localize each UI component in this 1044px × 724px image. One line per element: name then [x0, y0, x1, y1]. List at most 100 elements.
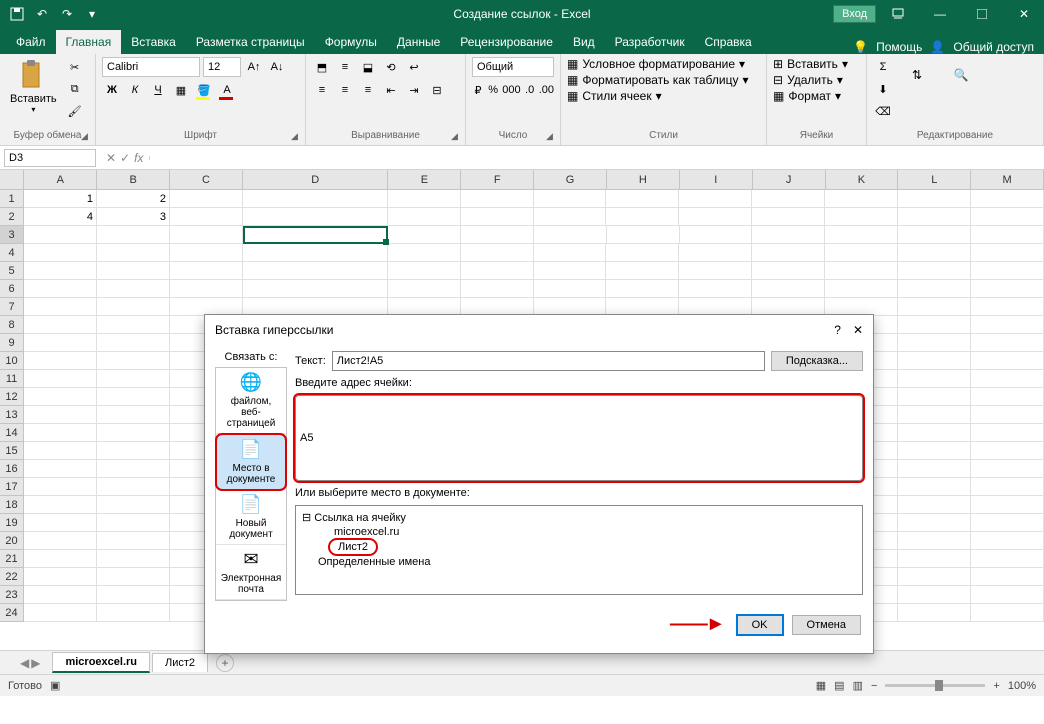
merge-icon[interactable]: ⊟ [427, 80, 447, 100]
cell[interactable] [534, 262, 607, 280]
row-header[interactable]: 20 [0, 532, 24, 550]
tell-me-label[interactable]: Помощь [876, 40, 922, 54]
font-name-combo[interactable]: Calibri [102, 57, 200, 77]
cell[interactable] [971, 334, 1044, 352]
decrease-indent-icon[interactable]: ⇤ [381, 80, 401, 100]
cell[interactable] [971, 262, 1044, 280]
cell[interactable] [97, 334, 170, 352]
col-header[interactable]: A [24, 170, 97, 189]
row-header[interactable]: 9 [0, 334, 24, 352]
cell[interactable] [97, 496, 170, 514]
col-header[interactable]: H [607, 170, 680, 189]
cell[interactable] [534, 208, 607, 226]
cell[interactable] [898, 352, 971, 370]
cell[interactable] [170, 244, 243, 262]
link-opt-newdoc[interactable]: 📄 Новый документ [216, 490, 286, 545]
sheet-nav-prev-icon[interactable]: ◀ [20, 656, 29, 670]
cut-icon[interactable]: ✂ [65, 57, 85, 77]
cell[interactable]: 2 [97, 190, 170, 208]
decrease-font-icon[interactable]: A↓ [267, 57, 287, 77]
cell[interactable] [170, 262, 243, 280]
cell[interactable] [606, 190, 679, 208]
fx-icon[interactable]: fx [134, 151, 143, 165]
col-header[interactable]: B [97, 170, 170, 189]
cell[interactable] [971, 586, 1044, 604]
format-cells-button[interactable]: ▦Формат ▾ [773, 89, 860, 103]
alignment-launcher-icon[interactable]: ◢ [451, 131, 463, 143]
cell[interactable] [971, 442, 1044, 460]
display-text-input[interactable] [332, 351, 765, 371]
row-header[interactable]: 1 [0, 190, 24, 208]
cell[interactable] [898, 298, 971, 316]
tab-help[interactable]: Справка [695, 30, 762, 54]
view-pagebreak-icon[interactable]: ▥ [853, 679, 863, 692]
tab-home[interactable]: Главная [56, 30, 122, 54]
row-header[interactable]: 15 [0, 442, 24, 460]
row-header[interactable]: 19 [0, 514, 24, 532]
cell[interactable] [971, 532, 1044, 550]
find-select-button[interactable]: 🔍 [941, 57, 981, 93]
cell[interactable] [97, 352, 170, 370]
cell[interactable] [24, 532, 97, 550]
maximize-icon[interactable] [962, 0, 1002, 28]
cell[interactable] [24, 442, 97, 460]
row-header[interactable]: 6 [0, 280, 24, 298]
delete-cells-button[interactable]: ⊟Удалить ▾ [773, 73, 860, 87]
row-header[interactable]: 2 [0, 208, 24, 226]
cell[interactable] [24, 460, 97, 478]
cell[interactable] [243, 208, 388, 226]
cell[interactable] [898, 190, 971, 208]
link-opt-email[interactable]: ✉ Электронная почта [216, 545, 286, 600]
cell[interactable] [534, 280, 607, 298]
cell[interactable] [24, 568, 97, 586]
cell[interactable] [170, 190, 243, 208]
fill-color-icon[interactable]: 🪣 [194, 80, 214, 100]
cell[interactable] [971, 460, 1044, 478]
cell[interactable] [971, 244, 1044, 262]
cell[interactable] [898, 370, 971, 388]
col-header[interactable]: D [243, 170, 389, 189]
cell[interactable]: 4 [24, 208, 97, 226]
cell[interactable] [898, 262, 971, 280]
align-middle-icon[interactable]: ≡ [335, 57, 355, 77]
cell[interactable] [24, 388, 97, 406]
insert-cells-button[interactable]: ⊞Вставить ▾ [773, 57, 860, 71]
cell[interactable] [24, 298, 97, 316]
cell[interactable] [898, 460, 971, 478]
cell[interactable] [971, 514, 1044, 532]
cell[interactable] [898, 514, 971, 532]
cell[interactable] [898, 406, 971, 424]
dialog-help-icon[interactable]: ? [834, 323, 841, 337]
increase-font-icon[interactable]: A↑ [244, 57, 264, 77]
row-header[interactable]: 16 [0, 460, 24, 478]
view-normal-icon[interactable]: ▦ [816, 679, 826, 692]
cell[interactable] [898, 316, 971, 334]
col-header[interactable]: G [534, 170, 607, 189]
sort-filter-button[interactable]: ⇅ [897, 57, 937, 93]
col-header[interactable]: K [826, 170, 899, 189]
cell[interactable] [24, 316, 97, 334]
cell[interactable] [388, 262, 461, 280]
cell[interactable] [898, 334, 971, 352]
ok-button[interactable]: OK [736, 614, 784, 636]
cell[interactable] [606, 208, 679, 226]
cell[interactable] [971, 190, 1044, 208]
row-header[interactable]: 3 [0, 226, 24, 244]
link-opt-place[interactable]: 📄 Место в документе [216, 434, 286, 490]
name-box[interactable] [4, 149, 96, 167]
cell[interactable] [607, 226, 680, 244]
cell[interactable] [898, 496, 971, 514]
cell[interactable] [971, 568, 1044, 586]
cell[interactable] [97, 460, 170, 478]
sheet-nav-next-icon[interactable]: ▶ [31, 656, 40, 670]
cell[interactable] [898, 568, 971, 586]
share-label[interactable]: Общий доступ [953, 40, 1034, 54]
cell[interactable] [825, 262, 898, 280]
row-header[interactable]: 14 [0, 424, 24, 442]
tab-data[interactable]: Данные [387, 30, 450, 54]
cell[interactable] [170, 226, 243, 244]
cell[interactable] [971, 226, 1044, 244]
cell[interactable] [971, 208, 1044, 226]
undo-icon[interactable]: ↶ [31, 3, 53, 25]
cell[interactable] [971, 406, 1044, 424]
